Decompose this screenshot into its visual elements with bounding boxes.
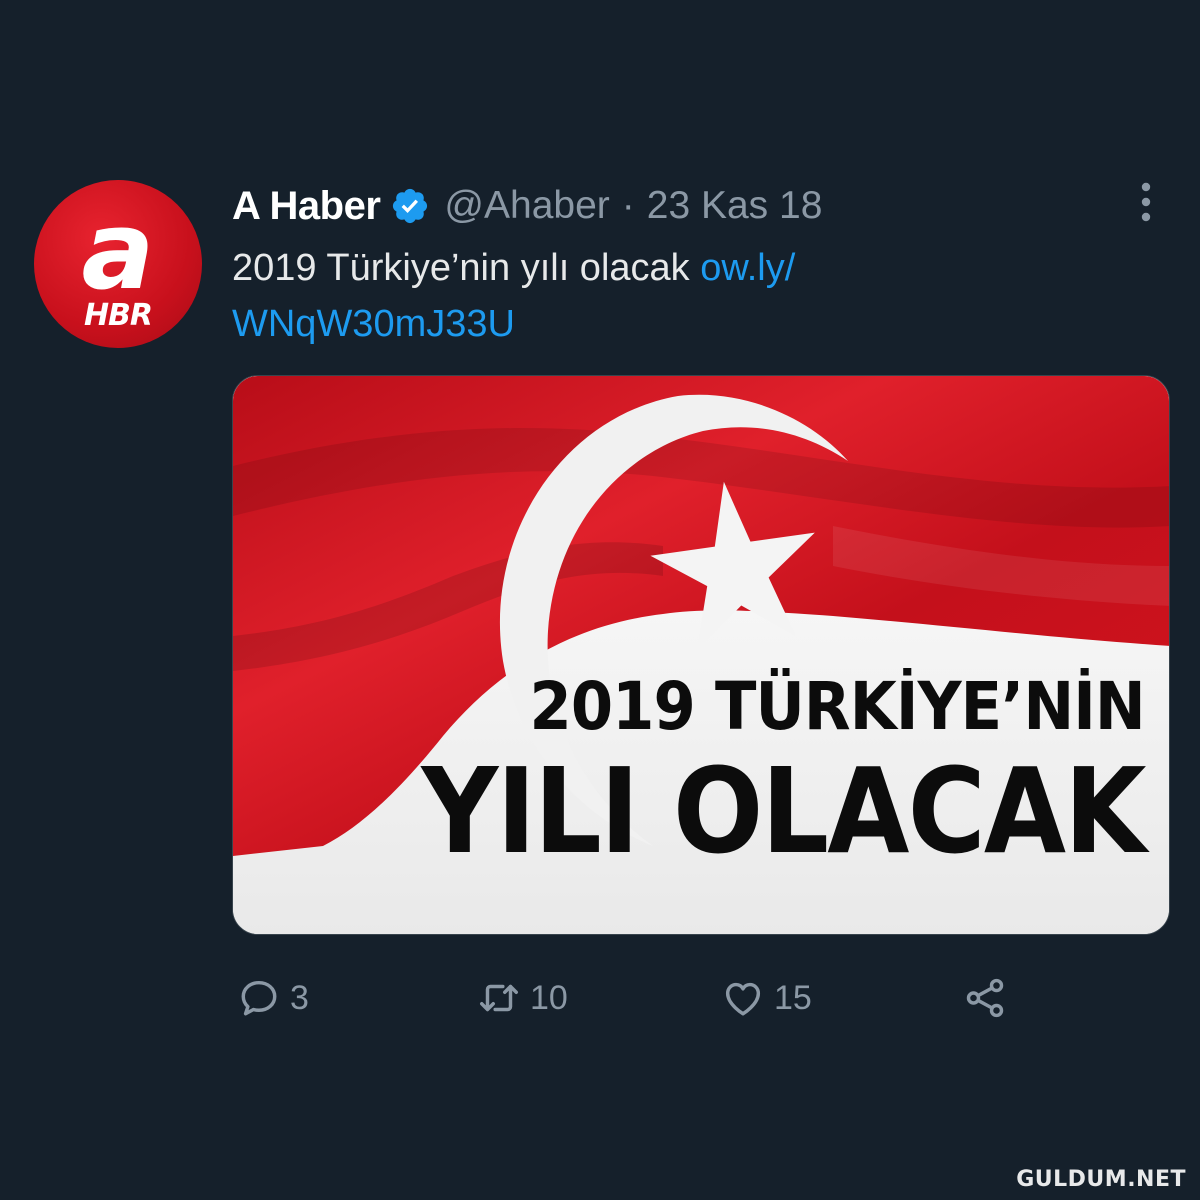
retweet-count: 10 [530,978,568,1017]
tweet-text-body: 2019 Türkiye’nin yılı olacak [232,247,701,289]
tweet-header: A Haber @Ahaber · 23 Kas 18 [232,176,822,236]
reply-button[interactable]: 3 [236,968,309,1028]
more-vertical-icon[interactable] [1130,180,1162,224]
media-headline-line1: 2019 TÜRKİYE’NİN [529,668,1146,745]
media-headline-line2: YILI OLACAK [421,742,1147,880]
tweet-actions: 3 10 15 [232,968,1052,1028]
author-handle[interactable]: @Ahaber [444,184,609,228]
tweet-date[interactable]: 23 Kas 18 [647,184,823,228]
author-avatar[interactable]: a HBR [34,180,202,348]
author-name[interactable]: A Haber [232,184,381,229]
tweet-link-part1[interactable]: ow.ly/ [700,247,795,289]
avatar-logo-text: HBR [83,298,153,333]
reply-icon [241,980,277,1016]
reply-count: 3 [290,978,309,1017]
verified-badge-icon [390,186,430,226]
retweet-button[interactable]: 10 [476,968,568,1028]
like-count: 15 [774,978,812,1017]
avatar-logo-letter: a [82,189,155,314]
heart-icon [725,982,761,1016]
like-button[interactable]: 15 [720,968,812,1028]
tweet[interactable]: a HBR A Haber @Ahaber · 23 Kas 18 2019 T… [0,0,1200,1200]
tweet-text: 2019 Türkiye’nin yılı olacak ow.ly/WNqW3… [232,240,952,352]
tweet-media-image[interactable]: 2019 TÜRKİYE’NİN YILI OLACAK [232,375,1170,935]
retweet-icon [480,984,518,1012]
watermark: GULDUM.NET [1016,1167,1186,1192]
tweet-link-part2[interactable]: WNqW30mJ33U [232,303,515,345]
share-button[interactable] [962,968,1008,1028]
header-separator: · [621,184,635,227]
share-icon [966,978,1004,1018]
